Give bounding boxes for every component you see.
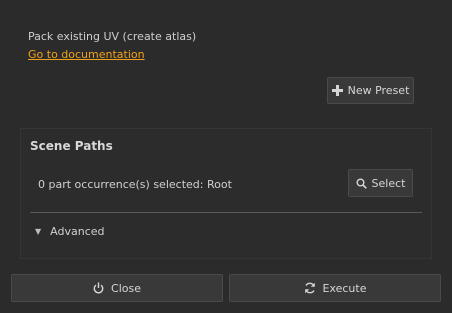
select-label: Select [371, 176, 406, 190]
search-icon [356, 178, 367, 189]
documentation-link[interactable]: Go to documentation [28, 48, 145, 61]
tool-description: Pack existing UV (create atlas) [28, 30, 197, 43]
scene-paths-title: Scene Paths [30, 139, 113, 153]
selection-status: 0 part occurrence(s) selected: Root [38, 178, 232, 191]
advanced-label: Advanced [50, 225, 105, 238]
refresh-icon [304, 282, 316, 294]
new-preset-label: New Preset [347, 84, 410, 97]
caret-down-icon: ▼ [35, 227, 42, 236]
power-icon [93, 282, 104, 294]
execute-button[interactable]: Execute [229, 274, 441, 302]
execute-label: Execute [322, 281, 367, 295]
advanced-toggle[interactable]: ▼ Advanced [35, 225, 105, 238]
select-button[interactable]: Select [348, 169, 413, 197]
panel-divider [30, 212, 422, 213]
close-button[interactable]: Close [11, 274, 223, 302]
plus-icon [331, 85, 343, 96]
close-label: Close [111, 281, 141, 295]
new-preset-button[interactable]: New Preset [327, 77, 414, 104]
scene-paths-panel: Scene Paths 0 part occurrence(s) selecte… [20, 128, 432, 259]
